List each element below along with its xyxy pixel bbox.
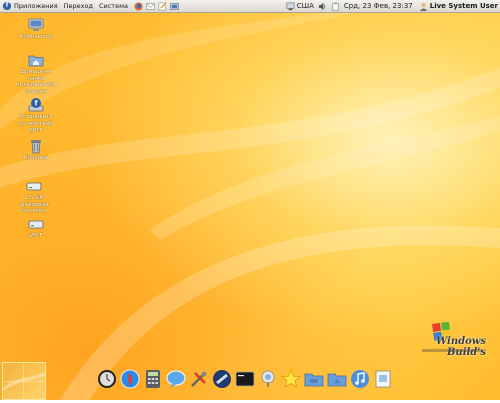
desktop-icon-label: Корзина	[23, 155, 49, 161]
menu-applications[interactable]: Приложения	[14, 2, 58, 10]
desktop-icon-label: Домашняя папка пользователя liveuser	[16, 69, 57, 95]
tools-icon[interactable]	[188, 368, 210, 390]
logo-underline	[422, 349, 482, 352]
star-icon[interactable]	[280, 368, 302, 390]
itunes-icon[interactable]	[349, 368, 371, 390]
drive-icon	[28, 216, 44, 232]
volume-icon[interactable]	[318, 2, 327, 11]
menu-system[interactable]: Система	[99, 2, 128, 10]
desktop-icon-label: 1,5 GB файловая система	[19, 195, 49, 214]
dock	[96, 364, 395, 390]
drive-icon	[26, 178, 42, 194]
desktop-icon-install[interactable]: f Установить на жёсткий диск	[16, 97, 56, 134]
mail-icon[interactable]	[146, 2, 155, 11]
menu-places[interactable]: Переход	[64, 2, 93, 10]
screenshot-icon[interactable]	[170, 2, 179, 11]
network-icon[interactable]	[286, 2, 295, 11]
install-icon: f	[28, 97, 44, 113]
clock-applet[interactable]: Срд, 23 Фев, 23:37	[344, 2, 413, 11]
desktop-icon-home-folder[interactable]: Домашняя папка пользователя liveuser	[16, 52, 56, 95]
fedora-logo-icon[interactable]: f	[3, 2, 11, 10]
finder-icon[interactable]	[257, 368, 279, 390]
clipboard-icon[interactable]	[331, 1, 340, 11]
clock-icon[interactable]	[96, 368, 118, 390]
terminal-icon[interactable]	[234, 368, 256, 390]
safari-icon[interactable]	[119, 368, 141, 390]
windows-build-logo: Windows Build's	[404, 321, 486, 362]
text-editor-icon[interactable]	[158, 2, 167, 11]
computer-icon	[28, 17, 44, 33]
firefox-icon[interactable]	[134, 1, 143, 11]
keyboard-layout-indicator[interactable]: США	[297, 2, 314, 11]
desktop-icon-label: Компьютер	[19, 34, 53, 40]
home-folder-icon	[28, 52, 44, 68]
folder-icon[interactable]	[326, 368, 348, 390]
folder-icon[interactable]	[303, 368, 325, 390]
desktop-icon-trash[interactable]: Корзина	[16, 138, 56, 162]
ichat-icon[interactable]	[165, 368, 187, 390]
calculator-icon[interactable]	[142, 368, 164, 390]
telescope-icon[interactable]	[211, 368, 233, 390]
desktop-icon-label: Установить на жёсткий диск	[19, 114, 53, 133]
logo-text: Windows Build's	[435, 336, 486, 358]
desktop-icon-vmf[interactable]: VM F	[16, 216, 56, 240]
desktop-icon-filesystem[interactable]: 1,5 GB файловая система	[14, 178, 54, 215]
user-menu[interactable]: Live System User	[430, 2, 498, 11]
trash-icon	[28, 138, 44, 154]
desktop-icon-computer[interactable]: Компьютер	[16, 17, 56, 41]
user-icon[interactable]	[419, 2, 428, 11]
preview-icon[interactable]	[372, 368, 394, 390]
top-panel: f Приложения Переход Система США Срд, 23…	[0, 0, 500, 13]
desktop-icon-label: VM F	[29, 233, 43, 239]
workspace-preview[interactable]	[2, 362, 46, 400]
